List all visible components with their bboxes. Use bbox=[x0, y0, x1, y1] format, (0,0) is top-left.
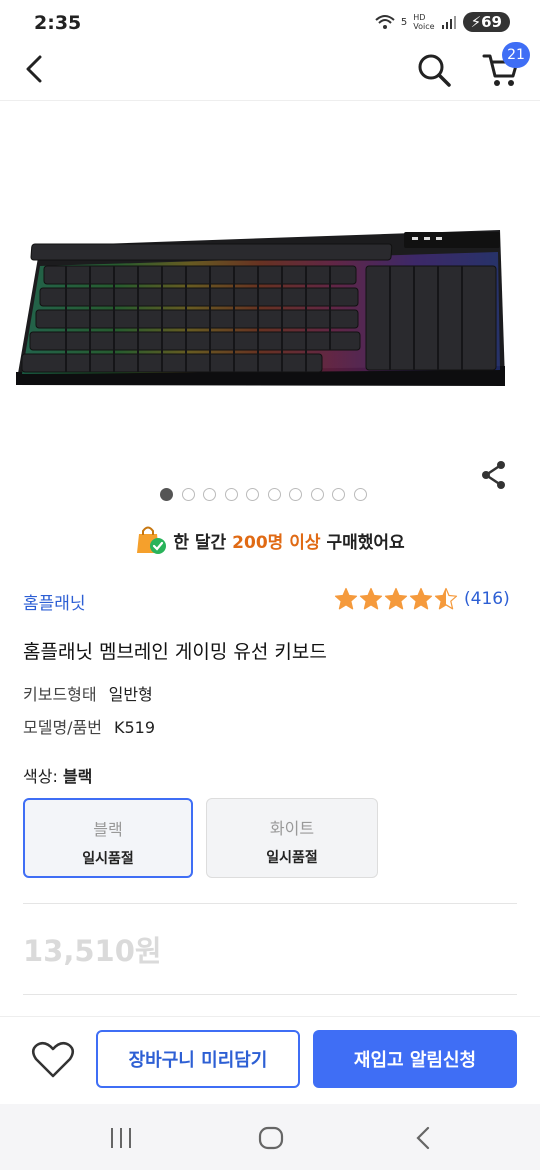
option-name: 블랙 bbox=[93, 820, 123, 839]
heart-icon[interactable] bbox=[30, 1040, 76, 1080]
hd-voice-label: HD Voice bbox=[413, 13, 435, 31]
star-icon bbox=[334, 587, 358, 610]
brand-link[interactable]: 홈플래닛 bbox=[23, 589, 86, 614]
signal-icon bbox=[441, 16, 456, 29]
color-option-black[interactable]: 블랙 일시품절 bbox=[23, 798, 193, 878]
restock-alert-button[interactable]: 재입고 알림신청 bbox=[313, 1030, 517, 1088]
back-icon[interactable] bbox=[22, 55, 46, 83]
home-icon[interactable] bbox=[257, 1125, 285, 1151]
carousel-dot[interactable] bbox=[267, 488, 281, 501]
shopping-bag-check-icon bbox=[137, 526, 167, 554]
divider bbox=[23, 903, 517, 904]
price: 13,510원 bbox=[23, 934, 162, 968]
spec-row: 키보드형태 일반형 bbox=[23, 681, 153, 705]
app-header bbox=[0, 48, 540, 101]
recents-icon[interactable] bbox=[108, 1126, 134, 1150]
notice-highlight: 200명 이상 bbox=[232, 532, 321, 553]
color-label: 색상: 블랙 bbox=[23, 767, 93, 786]
product-title: 홈플래닛 멤브레인 게이밍 유선 키보드 bbox=[23, 641, 327, 663]
battery-indicator: ⚡69 bbox=[462, 12, 510, 32]
wifi-icon bbox=[375, 15, 395, 29]
option-name: 화이트 bbox=[269, 819, 315, 838]
spec-label: 키보드형태 bbox=[23, 685, 97, 704]
carousel-dot[interactable] bbox=[289, 488, 302, 501]
notice-suffix: 구매했어요 bbox=[326, 532, 405, 553]
option-state: 일시품절 bbox=[82, 851, 134, 867]
carousel-dot[interactable] bbox=[181, 488, 195, 501]
carousel-indicator bbox=[160, 488, 367, 501]
star-icon bbox=[359, 587, 383, 610]
notice-prefix: 한 달간 bbox=[173, 532, 227, 553]
spec-value: 일반형 bbox=[108, 685, 153, 704]
divider bbox=[23, 994, 517, 995]
star-icon bbox=[434, 587, 458, 610]
rating-count[interactable]: (416) bbox=[464, 589, 510, 609]
star-rating bbox=[334, 587, 458, 611]
spec-value: K519 bbox=[114, 718, 156, 737]
carousel-dot[interactable] bbox=[224, 488, 238, 501]
carousel-dot[interactable] bbox=[332, 488, 345, 501]
network-type: 5 bbox=[400, 16, 408, 28]
selected-color: 블랙 bbox=[62, 767, 93, 786]
spec-row: 모델명/품번 K519 bbox=[23, 714, 155, 738]
cart-count-badge: 21 bbox=[502, 42, 530, 68]
status-time: 2:35 bbox=[34, 12, 82, 34]
rating[interactable]: (416) bbox=[334, 587, 510, 611]
search-icon[interactable] bbox=[416, 52, 452, 88]
star-icon bbox=[384, 587, 408, 610]
carousel-dot[interactable] bbox=[203, 488, 216, 501]
status-bar: 2:35 5 HD Voice ⚡69 bbox=[0, 0, 540, 48]
star-icon bbox=[409, 587, 433, 610]
share-icon[interactable] bbox=[480, 460, 508, 490]
product-image[interactable] bbox=[0, 100, 540, 500]
nav-back-icon[interactable] bbox=[412, 1125, 434, 1151]
option-state: 일시품절 bbox=[266, 850, 318, 866]
color-option-white[interactable]: 화이트 일시품절 bbox=[206, 798, 378, 878]
keyboard-image bbox=[16, 230, 505, 386]
add-to-cart-button[interactable]: 장바구니 미리담기 bbox=[96, 1030, 300, 1088]
carousel-dot[interactable] bbox=[160, 488, 173, 501]
carousel-dot[interactable] bbox=[310, 488, 324, 501]
carousel-dot[interactable] bbox=[353, 488, 367, 501]
purchase-notice: 한 달간 200명 이상 구매했어요 bbox=[0, 524, 540, 556]
spec-label: 모델명/품번 bbox=[23, 718, 102, 737]
carousel-dot[interactable] bbox=[246, 488, 259, 501]
status-icons: 5 HD Voice ⚡69 bbox=[375, 12, 510, 32]
